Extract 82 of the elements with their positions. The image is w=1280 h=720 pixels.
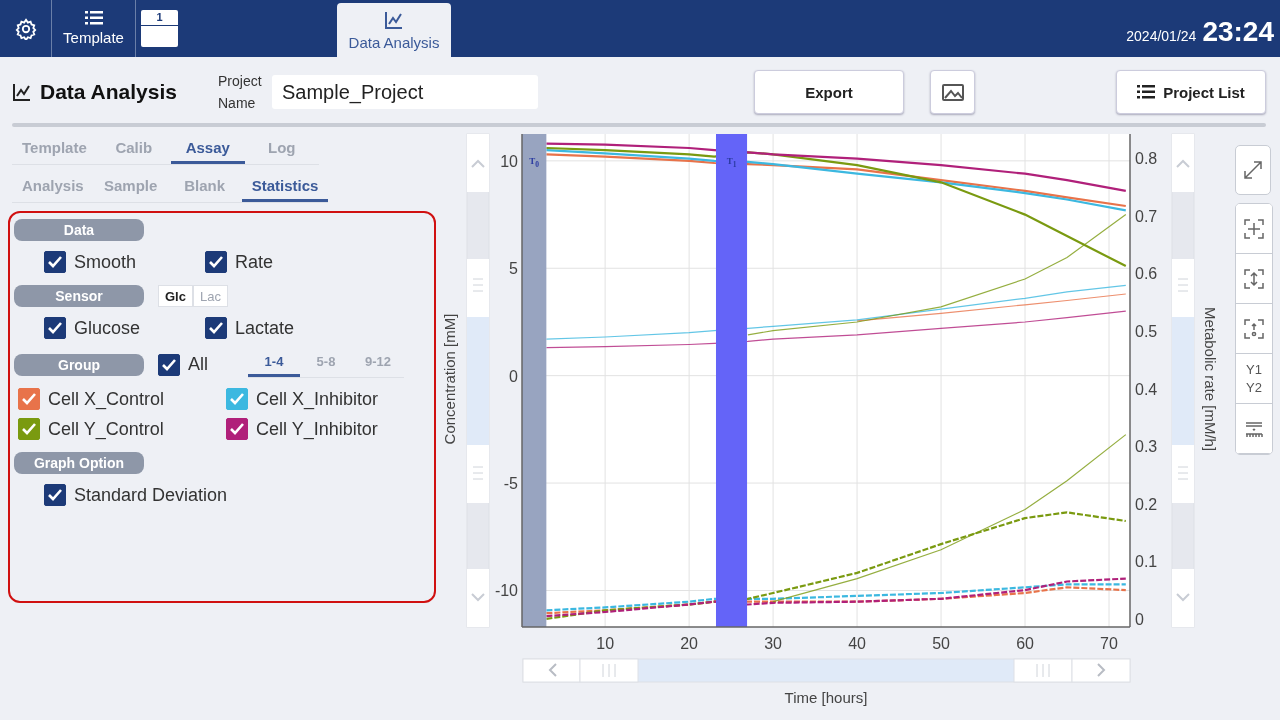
- checkbox-label: All: [188, 354, 208, 375]
- horizontal-scrollbar[interactable]: [522, 658, 1131, 683]
- tick-label: 0.2: [1135, 495, 1158, 513]
- nav-tab[interactable]: Data Analysis: [337, 3, 451, 57]
- tick-label: 0.5: [1135, 322, 1158, 340]
- expand-icon: [1241, 158, 1265, 182]
- axis-title: Concentration [mM]: [441, 313, 458, 445]
- marker-label: T$_{1}$: [725, 155, 738, 169]
- tick-label: 10: [596, 635, 615, 652]
- checkbox-label: Glucose: [74, 317, 141, 339]
- checkbox-label: Cell Y_Control: [48, 418, 164, 440]
- expand-button[interactable]: [1235, 145, 1271, 195]
- image-button[interactable]: [930, 70, 975, 114]
- field-label: Project Name: [218, 72, 263, 113]
- vertical-scrollbar[interactable]: [1171, 133, 1195, 628]
- checkbox-label: Standard Deviation: [74, 484, 228, 506]
- tick-label: 0.1: [1135, 553, 1158, 571]
- section-header: Sensor: [14, 285, 144, 307]
- tick-label: 0: [1135, 610, 1144, 628]
- checkbox[interactable]: [205, 317, 227, 339]
- image-icon: [940, 82, 965, 102]
- fit-height-icon: [1242, 266, 1266, 291]
- group-page-tab[interactable]: 1-4: [248, 351, 300, 377]
- panel-tab[interactable]: Statistics: [241, 173, 329, 202]
- checkbox-label: Cell X_Control: [48, 388, 165, 410]
- axis-title: Metabolic rate [mM/h]: [1202, 306, 1219, 452]
- checkbox[interactable]: [44, 317, 66, 339]
- list-icon: [84, 11, 103, 25]
- project-list-button[interactable]: Project List: [1116, 70, 1266, 114]
- fit-all-button[interactable]: [1236, 204, 1272, 254]
- checkbox[interactable]: [205, 251, 227, 273]
- vertical-scrollbar[interactable]: [466, 133, 490, 628]
- tick-label: 0.7: [1135, 207, 1158, 225]
- checkbox-label: Smooth: [74, 251, 137, 273]
- checkbox[interactable]: [44, 484, 66, 506]
- tick-label: 40: [848, 635, 866, 652]
- marker-label: T$_{0}$: [528, 155, 541, 169]
- tick-label: 5: [509, 260, 518, 278]
- section-header: Graph Option: [14, 452, 144, 474]
- line-chart-icon: [384, 9, 404, 30]
- tick-label: 70: [1100, 635, 1118, 652]
- sensor-toggle[interactable]: Glc: [158, 285, 193, 307]
- checkbox-label: Cell Y_Inhibitor: [256, 418, 378, 440]
- checkbox[interactable]: [226, 418, 248, 440]
- tick-label: 0.6: [1135, 265, 1158, 283]
- section-header: Data: [14, 219, 144, 241]
- list-icon: [1137, 85, 1156, 99]
- date-text: 2024/01/24: [1126, 28, 1197, 44]
- checkbox-label: Rate: [235, 251, 274, 273]
- section-header: Group: [14, 353, 144, 376]
- checkbox[interactable]: [18, 388, 40, 410]
- line-chart-icon: [12, 82, 32, 102]
- tick-label: -5: [503, 475, 518, 493]
- time-marker-band[interactable]: [716, 134, 748, 627]
- nav-tab[interactable]: Template: [52, 0, 136, 57]
- tick-label: 0.4: [1135, 380, 1158, 398]
- tick-label: 0.8: [1135, 150, 1158, 168]
- export-button[interactable]: Export: [754, 70, 904, 114]
- tick-label: 0: [509, 367, 518, 385]
- checkbox-label: Lactate: [235, 317, 295, 339]
- tick-label: 30: [764, 635, 782, 652]
- tick-label: 20: [680, 635, 698, 652]
- fit-all-icon: [1242, 216, 1266, 241]
- tick-label: -10: [494, 582, 518, 600]
- tick-label: 0.3: [1135, 438, 1158, 456]
- panel-tab[interactable]: Assay: [170, 135, 245, 164]
- clock-time: 23:24: [1202, 16, 1274, 48]
- tick-label: 60: [1016, 635, 1034, 652]
- checkbox-label: Cell X_Inhibitor: [256, 388, 379, 410]
- tick-label: 50: [932, 635, 950, 652]
- page-indicator[interactable]: 1: [141, 10, 178, 47]
- checkbox[interactable]: [158, 353, 180, 376]
- checkbox[interactable]: [226, 388, 248, 410]
- time-marker-band[interactable]: [522, 134, 547, 627]
- tick-label: 10: [500, 152, 518, 170]
- axis-title: Time [hours]: [784, 689, 868, 706]
- page-title: Data Analysis: [40, 80, 177, 104]
- settings-icon: [14, 17, 37, 40]
- checkbox[interactable]: [44, 251, 66, 273]
- zero-origin-icon: [1242, 316, 1266, 341]
- project-name-field[interactable]: Sample_Project: [272, 75, 538, 109]
- checkbox[interactable]: [18, 418, 40, 440]
